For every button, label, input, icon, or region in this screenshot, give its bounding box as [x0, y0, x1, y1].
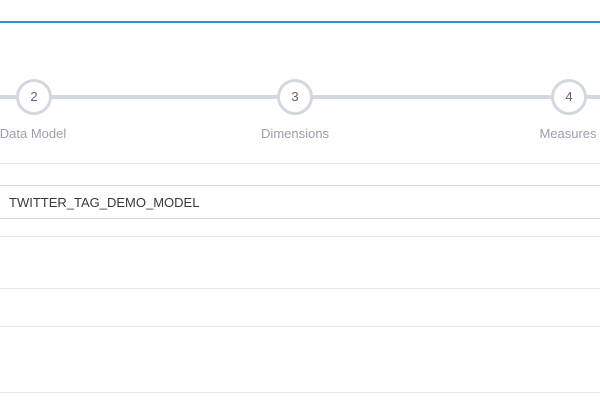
step-4-label: Measures: [539, 126, 597, 141]
section-divider: [0, 163, 600, 164]
step-connector: [0, 95, 16, 99]
step-2-circle[interactable]: 2: [16, 79, 52, 115]
step-3-circle[interactable]: 3: [277, 79, 313, 115]
section-divider: [0, 288, 600, 289]
step-3-label: Dimensions: [261, 126, 329, 141]
cube-designer-page: 2 3 4 Data Model Dimensions Measures: [0, 0, 600, 400]
section-divider: [0, 392, 600, 393]
section-divider: [0, 326, 600, 327]
step-connector: [310, 95, 551, 99]
model-name-field[interactable]: [0, 185, 600, 219]
wizard-steps: 2 3 4 Data Model Dimensions Measures: [0, 0, 600, 160]
section-divider: [0, 236, 600, 237]
step-connector: [48, 95, 278, 99]
step-2-label: Data Model: [0, 126, 67, 141]
step-4-circle[interactable]: 4: [551, 79, 587, 115]
